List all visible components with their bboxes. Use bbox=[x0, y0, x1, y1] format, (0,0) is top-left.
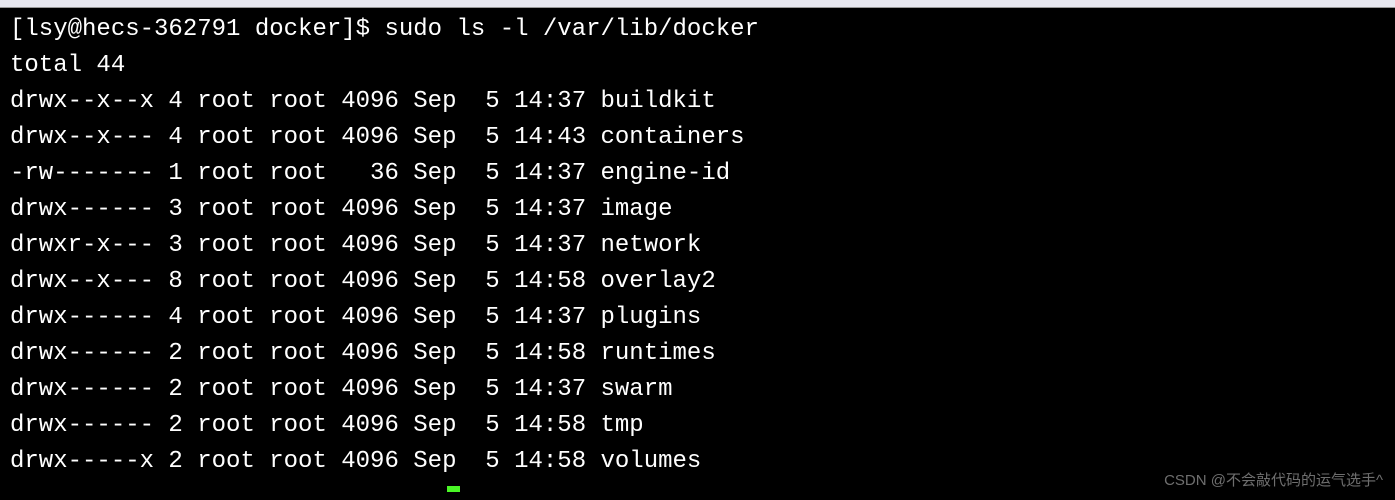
listing-row: drwx------ 2 root root 4096 Sep 5 14:37 … bbox=[10, 372, 1385, 408]
listing-row: drwxr-x--- 3 root root 4096 Sep 5 14:37 … bbox=[10, 228, 1385, 264]
listing-row: drwx------ 3 root root 4096 Sep 5 14:37 … bbox=[10, 192, 1385, 228]
watermark-text: CSDN @不会敲代码的运气选手^ bbox=[1164, 470, 1383, 493]
listing-row: drwx--x--- 4 root root 4096 Sep 5 14:43 … bbox=[10, 120, 1385, 156]
command-text: sudo ls -l /var/lib/docker bbox=[384, 16, 758, 43]
terminal-output[interactable]: [lsy@hecs-362791 docker]$ sudo ls -l /va… bbox=[0, 8, 1395, 484]
shell-prompt: [lsy@hecs-362791 docker]$ bbox=[10, 16, 384, 43]
listing-row: drwx------ 2 root root 4096 Sep 5 14:58 … bbox=[10, 336, 1385, 372]
terminal-cursor bbox=[447, 486, 460, 492]
prompt-line: [lsy@hecs-362791 docker]$ sudo ls -l /va… bbox=[10, 12, 1385, 48]
listing-row: -rw------- 1 root root 36 Sep 5 14:37 en… bbox=[10, 156, 1385, 192]
listing-row: drwx------ 2 root root 4096 Sep 5 14:58 … bbox=[10, 408, 1385, 444]
total-line: total 44 bbox=[10, 48, 1385, 84]
window-titlebar-sliver bbox=[0, 0, 1395, 8]
listing-row: drwx------ 4 root root 4096 Sep 5 14:37 … bbox=[10, 300, 1385, 336]
directory-listing: drwx--x--x 4 root root 4096 Sep 5 14:37 … bbox=[10, 84, 1385, 480]
listing-row: drwx--x--x 4 root root 4096 Sep 5 14:37 … bbox=[10, 84, 1385, 120]
listing-row: drwx--x--- 8 root root 4096 Sep 5 14:58 … bbox=[10, 264, 1385, 300]
